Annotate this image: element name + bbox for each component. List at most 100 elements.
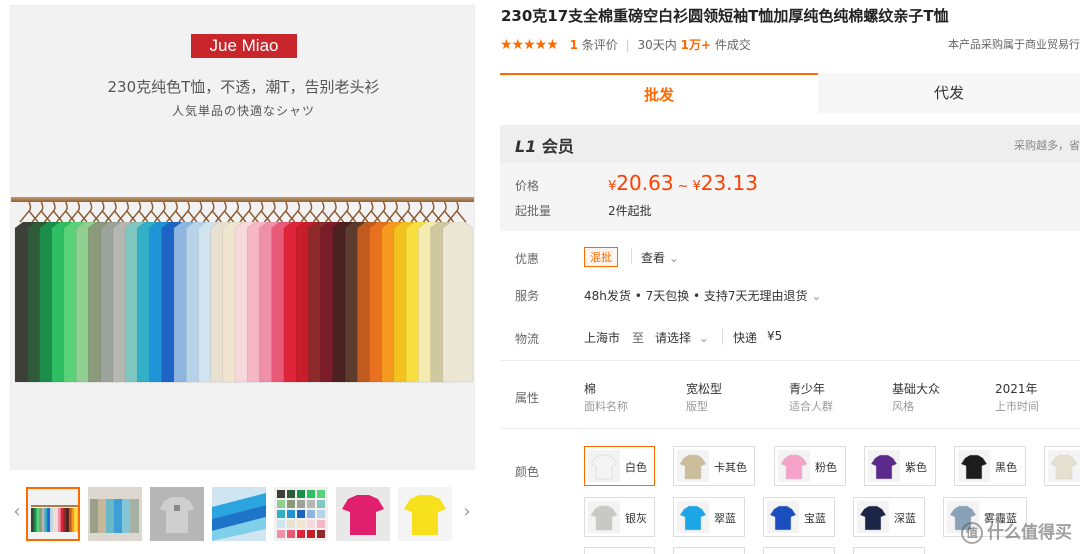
shipping-label: 物流 [515,332,540,346]
color-option-partial[interactable] [584,547,655,554]
thumbnail-shirt [74,508,78,532]
thumbnail-1[interactable] [26,487,80,541]
shipping-method: 快递 [733,331,758,345]
color-name: 黑色 [995,461,1017,474]
color-option-partial[interactable] [673,547,745,554]
color-name: 紫色 [905,461,927,474]
price-tilde: ~ [677,179,689,194]
separator: | [625,38,630,52]
thumbnail-shirt [49,508,53,532]
review-label[interactable]: 条评价 [582,38,618,52]
member-level-label: 会员 [541,137,574,156]
color-swatch [868,450,900,482]
thumbnail-shirt [55,508,59,532]
color-name: 翠蓝 [714,512,736,525]
hanging-shirt [442,222,474,383]
thumbnail-shirt [52,508,56,532]
thumbnail-2-image [88,487,142,541]
color-option-navy[interactable]: 深蓝 [853,497,925,537]
thumbnail-grid-cell [297,490,305,498]
thumbnail-7[interactable] [398,487,452,541]
product-title: 230克17支全棉重磅空白衫圆领短袖T恤加厚纯色纯棉螺纹亲子T恤 [501,7,949,25]
color-option-black[interactable]: 黑色 [954,446,1026,486]
color-option-silver-gray[interactable]: 银灰 [584,497,655,537]
thumbnail-shirt [60,508,64,532]
review-count[interactable]: 1 [570,38,578,52]
attr-value: 青少年 [789,382,826,396]
color-name: 白色 [625,461,647,474]
member-note: 采购越多，省 [1014,139,1080,152]
zhi-icon: 值 [961,522,983,544]
thumbnail-2[interactable] [88,487,142,541]
purchase-tabs: 批发 代发 [500,73,1080,113]
thumbnail-4[interactable] [212,487,266,541]
color-option-turquoise[interactable]: 翠蓝 [673,497,745,537]
color-option-white[interactable]: 白色 [584,446,655,486]
thumbnail-shirt [36,508,40,532]
image-tagline: 230克纯色T恤，不透，潮T，告别老头衫 [107,78,380,96]
thumbnail-shirt [31,508,34,532]
thumbnail-grid-cell [307,500,315,508]
color-swatch [588,501,620,533]
site-watermark: 值什么值得买 [961,518,1072,544]
member-row: L1 会员 采购越多，省 [500,125,1080,163]
thumbnail-3[interactable] [150,487,204,541]
color-swatch [857,501,889,533]
service-items[interactable]: 48h发货 • 7天包换 • 支持7天无理由退货 ⌄ [584,287,821,304]
price-panel: L1 会员 采购越多，省 价格 ¥20.63 ~ ¥23.13 起批量 2件起批 [500,125,1080,231]
image-tagline-jp: 人気単品の快適なシャツ [171,104,315,118]
service-label: 服务 [515,289,540,303]
thumbnail-shirt [63,508,67,532]
attr-name: 版型 [686,400,708,413]
offers-label: 优惠 [515,252,540,266]
color-option-cream[interactable] [1044,446,1080,486]
divider [722,329,723,345]
thumbnail-shirt [39,508,43,532]
offers-view-label: 查看 [641,251,666,265]
divider [631,248,632,264]
color-option-partial[interactable] [763,547,835,554]
offers-view-link[interactable]: 查看 ⌄ [641,249,679,266]
chevron-right-icon[interactable]: › [460,501,474,522]
color-option-partial[interactable] [853,547,925,554]
thumbnail-5[interactable] [274,487,328,541]
shipping-destination-select[interactable]: 请选择 ⌄ [655,329,709,346]
thumbnail-shirt [41,508,45,532]
colors-label: 颜色 [515,465,540,479]
thumbnail-shirt [66,508,70,532]
rating-stars-icon: ★★★★★ [500,37,559,53]
divider [500,428,1080,429]
color-swatch [958,450,990,482]
color-option-royal-blue[interactable]: 宝蓝 [763,497,835,537]
attr-value: 棉 [584,382,597,396]
divider [500,360,1080,361]
color-swatch [588,450,620,482]
rating-row: ★★★★★ 1 条评价 | 30天内 1万+ 件成交 本产品采购属于商业贸易行 [500,36,1080,53]
thumbnail-grid-cell [297,500,305,508]
hanger [447,202,467,223]
attr-name: 风格 [892,400,914,413]
thumbnail-grid-cell [307,520,315,528]
thumbnail-shirt [47,508,51,532]
main-product-image[interactable]: Jue Miao 230克纯色T恤，不透，潮T，告别老头衫 人気単品の快適なシャ… [10,5,475,470]
thumbnail-grid-cell [277,520,285,528]
color-swatch [778,450,810,482]
thumbnail-shirt [44,508,48,532]
brand-logo: Jue Miao [191,34,297,58]
tab-dropship[interactable]: 代发 [818,73,1080,113]
attr-value: 2021年 [995,382,1038,396]
color-option-purple[interactable]: 紫色 [864,446,936,486]
sold-count: 1万+ [680,38,712,52]
thumbnail-6[interactable] [336,487,390,541]
price-high: 23.13 [700,171,758,195]
thumbnail-grid-cell [277,500,285,508]
product-gallery: Jue Miao 230克纯色T恤，不透，潮T，告别老头衫 人気単品の快適なシャ… [10,5,475,550]
color-option-khaki[interactable]: 卡其色 [673,446,755,486]
sold-prefix: 30天内 [637,38,677,52]
chevron-left-icon[interactable]: ‹ [10,501,24,522]
attr-value: 基础大众 [892,382,941,396]
chevron-down-icon: ⌄ [811,289,822,303]
tab-wholesale[interactable]: 批发 [500,73,818,113]
price-label: 价格 [515,179,540,193]
color-option-pink[interactable]: 粉色 [774,446,846,486]
